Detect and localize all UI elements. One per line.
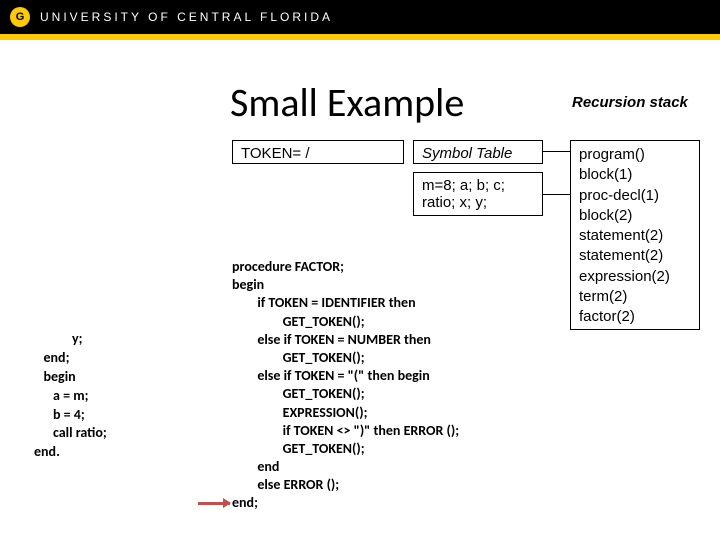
slide-title: Small Example (230, 78, 464, 127)
connector-line (543, 194, 570, 195)
left-code-block: y; end; begin a = m; b = 4; call ratio; … (34, 330, 107, 462)
token-box: TOKEN= / (232, 140, 404, 164)
top-banner: G UNIVERSITY OF CENTRAL FLORIDA (0, 0, 720, 34)
recursion-stack-box: program() block(1) proc-decl(1) block(2)… (570, 140, 700, 330)
right-code-block: procedure FACTOR; begin if TOKEN = IDENT… (232, 258, 459, 513)
red-arrow-icon (198, 502, 230, 505)
gold-divider (0, 34, 720, 40)
symbol-table-content-box: m=8; a; b; c; ratio; x; y; (413, 172, 543, 216)
ucf-logo-icon: G (10, 7, 30, 27)
banner-text: UNIVERSITY OF CENTRAL FLORIDA (40, 10, 333, 24)
connector-line (543, 151, 570, 152)
symbol-table-title-box: Symbol Table (413, 140, 543, 164)
recursion-stack-title: Recursion stack (572, 94, 688, 111)
